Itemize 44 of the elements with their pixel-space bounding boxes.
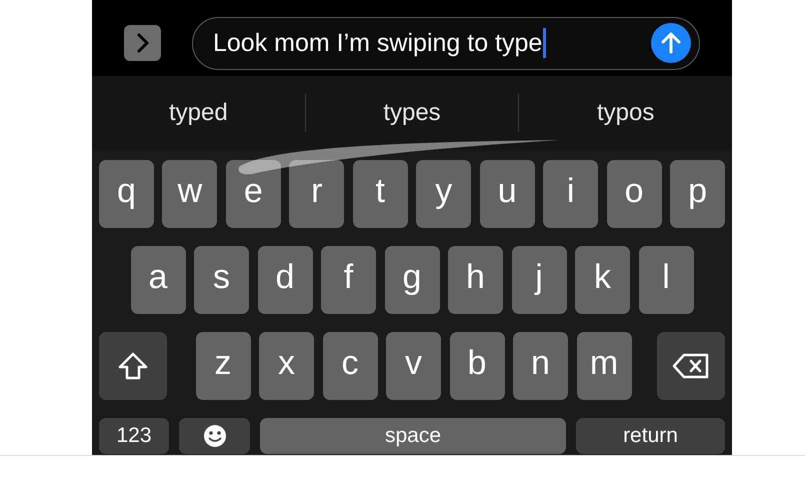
message-text: Look mom I’m swiping to type <box>213 28 542 58</box>
backspace-icon <box>672 353 710 379</box>
letter-key[interactable]: e <box>226 160 281 228</box>
message-field[interactable]: Look mom I’m swiping to type <box>192 16 700 70</box>
shift-icon <box>118 352 148 380</box>
chevron-right-icon <box>136 33 150 53</box>
suggestion[interactable]: typos <box>519 99 732 127</box>
letter-key[interactable]: z <box>196 332 250 400</box>
letter-key[interactable]: v <box>386 332 441 400</box>
letter-key[interactable]: q <box>98 160 154 228</box>
letter-key[interactable]: h <box>448 246 503 314</box>
letter-key[interactable]: r <box>289 160 344 228</box>
letter-key[interactable]: w <box>162 160 218 228</box>
suggestion[interactable]: types <box>306 99 518 127</box>
letter-key[interactable]: o <box>606 160 662 228</box>
shift-key[interactable] <box>99 332 167 400</box>
letter-key[interactable]: t <box>352 160 408 228</box>
letter-key[interactable]: x <box>259 332 314 400</box>
letter-key[interactable]: p <box>670 160 726 228</box>
letter-key[interactable]: j <box>512 246 566 314</box>
letter-key[interactable]: d <box>258 246 312 314</box>
send-button[interactable] <box>651 23 691 63</box>
letter-key[interactable]: i <box>543 160 598 228</box>
letter-key[interactable]: m <box>576 332 632 400</box>
smiley-icon <box>202 424 226 448</box>
return-key[interactable]: return <box>576 418 725 454</box>
space-key[interactable]: space <box>260 418 566 454</box>
expand-button[interactable] <box>124 25 161 61</box>
letter-key[interactable]: l <box>638 246 694 314</box>
emoji-key[interactable] <box>179 418 250 454</box>
letter-key[interactable]: a <box>130 246 186 314</box>
delete-key[interactable] <box>657 332 725 400</box>
numbers-key[interactable]: 123 <box>99 418 169 454</box>
letter-key[interactable]: b <box>450 332 504 400</box>
letter-key[interactable]: n <box>513 332 568 400</box>
letter-key[interactable]: s <box>194 246 249 314</box>
letter-key[interactable]: k <box>575 246 630 314</box>
letter-key[interactable]: u <box>480 160 535 228</box>
arrow-up-icon <box>661 32 681 54</box>
letter-key[interactable]: f <box>321 246 376 314</box>
letter-key[interactable]: y <box>416 160 472 228</box>
letter-key[interactable]: g <box>384 246 440 314</box>
suggestion[interactable]: typed <box>92 99 305 127</box>
letter-key[interactable]: c <box>322 332 378 400</box>
